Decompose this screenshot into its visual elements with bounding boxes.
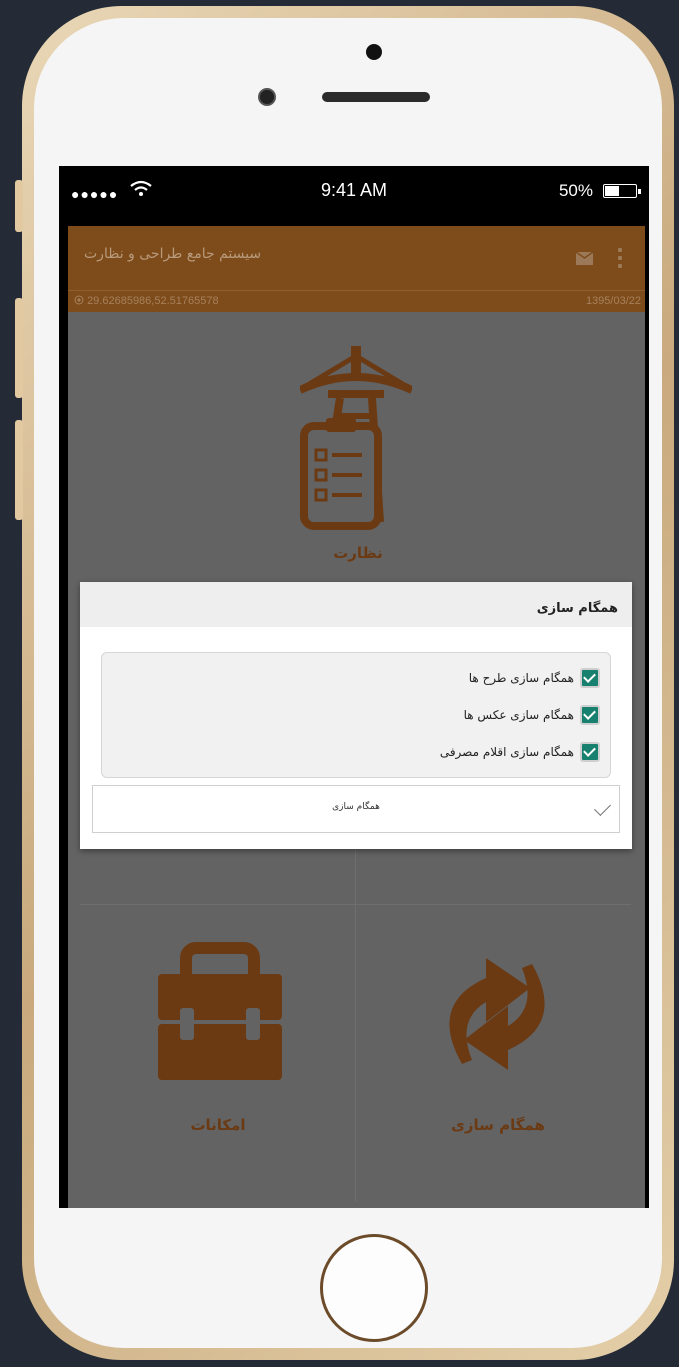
option-sync-photos-label: همگام سازی عکس ها bbox=[463, 708, 574, 722]
mail-icon[interactable] bbox=[576, 252, 593, 265]
location-icon bbox=[74, 295, 84, 305]
tile-features-label: امکانات bbox=[190, 1116, 246, 1134]
sync-button[interactable]: همگام سازی bbox=[92, 785, 620, 833]
battery-percent: 50% bbox=[558, 181, 593, 200]
earpiece-speaker bbox=[322, 92, 430, 102]
overflow-menu-icon[interactable] bbox=[618, 248, 622, 272]
volume-up-button[interactable] bbox=[15, 298, 23, 398]
option-sync-materials-label: همگام سازی اقلام مصرفی bbox=[439, 745, 574, 759]
checkbox-sync-photos[interactable] bbox=[580, 705, 600, 725]
gps-coordinates: 29.62685986,52.51765578 bbox=[74, 295, 219, 307]
volume-down-button[interactable] bbox=[15, 420, 23, 520]
dialog-title: همگام سازی bbox=[536, 601, 618, 616]
info-bar: 29.62685986,52.51765578 1395/03/22 bbox=[68, 290, 645, 313]
toolbox-icon bbox=[158, 942, 282, 1080]
tile-features[interactable]: امکانات bbox=[108, 932, 328, 1152]
option-sync-plans[interactable]: همگام سازی طرح ها bbox=[469, 667, 600, 689]
sensor-dot bbox=[366, 44, 382, 60]
front-camera bbox=[258, 88, 276, 106]
home-button[interactable] bbox=[320, 1234, 428, 1342]
mute-switch[interactable] bbox=[15, 180, 23, 232]
dialog-header: همگام سازی bbox=[80, 582, 632, 627]
tile-sync[interactable]: همگام سازی bbox=[388, 932, 608, 1152]
sync-options-group: همگام سازی طرح ها همگام سازی عکس ها همگا… bbox=[101, 652, 611, 778]
app-bar: سیستم جامع طراحی و نظارت bbox=[68, 226, 645, 290]
option-sync-materials[interactable]: همگام سازی اقلام مصرفی bbox=[440, 741, 600, 763]
battery-icon bbox=[603, 184, 637, 198]
tile-supervision-label: نظارت bbox=[333, 544, 383, 562]
status-bar: ●●●●● 9:41 AM 50% bbox=[59, 166, 649, 226]
date-text: 1395/03/22 bbox=[585, 295, 641, 307]
sync-button-label: همگام سازی bbox=[332, 802, 380, 812]
tile-sync-label: همگام سازی bbox=[451, 1116, 545, 1134]
checkbox-sync-plans[interactable] bbox=[580, 668, 600, 688]
coordinates-text: 29.62685986,52.51765578 bbox=[87, 295, 219, 307]
sync-icon bbox=[449, 958, 545, 1070]
checkbox-sync-materials[interactable] bbox=[580, 742, 600, 762]
tile-supervision[interactable]: نظارت bbox=[248, 332, 468, 572]
sync-dialog: همگام سازی همگام سازی طرح ها همگام سازی … bbox=[80, 582, 632, 849]
app-title: سیستم جامع طراحی و نظارت bbox=[84, 246, 262, 262]
option-sync-plans-label: همگام سازی طرح ها bbox=[468, 671, 574, 685]
battery-tip bbox=[638, 189, 641, 194]
option-sync-photos[interactable]: همگام سازی عکس ها bbox=[464, 704, 600, 726]
tower-checklist-icon bbox=[300, 346, 412, 530]
